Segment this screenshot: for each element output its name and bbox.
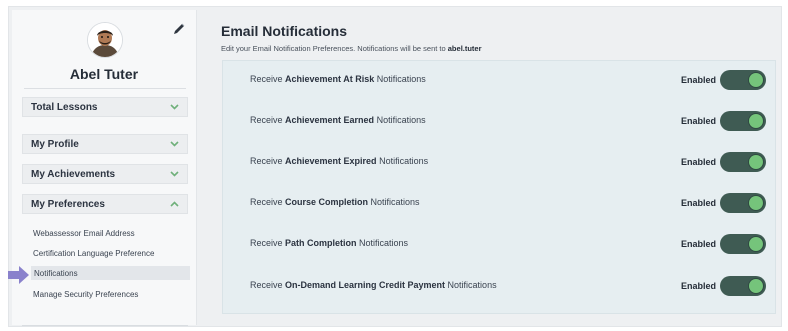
page-title: Email Notifications [221, 23, 348, 39]
sidebar: Abel Tuter Total Lessons My Profile My A… [12, 10, 197, 325]
avatar [87, 22, 123, 58]
toggle-knob [749, 114, 763, 128]
label-suffix: Notifications [374, 115, 426, 125]
label-prefix: Receive [250, 74, 286, 84]
label-emphasis: Achievement Earned [285, 115, 375, 125]
divider [24, 88, 186, 89]
status-label: Enabled [681, 157, 717, 167]
main-content: Email Notifications Edit your Email Noti… [204, 10, 776, 325]
label-suffix: Notifications [368, 197, 420, 207]
toggle-knob [749, 237, 763, 251]
avatar-image [88, 23, 122, 57]
chevron-down-icon [170, 141, 179, 147]
accordion-total-lessons[interactable]: Total Lessons [22, 97, 188, 117]
notification-toggle[interactable] [720, 234, 766, 254]
status-label: Enabled [681, 75, 717, 85]
chevron-down-icon [170, 171, 179, 177]
toggle-knob [749, 73, 763, 87]
label-prefix: Receive [250, 156, 286, 166]
chevron-down-icon [170, 104, 179, 110]
label-prefix: Receive [250, 238, 286, 248]
notification-toggle[interactable] [720, 276, 766, 296]
arrow-right-icon [8, 265, 30, 285]
notification-label: Receive On-Demand Learning Credit Paymen… [250, 280, 497, 290]
label-prefix: Receive [250, 115, 286, 125]
notification-row-achievement-at-risk: Receive Achievement At Risk Notification… [223, 70, 775, 90]
status-label: Enabled [681, 198, 717, 208]
label-emphasis: Achievement At Risk [285, 74, 375, 84]
label-emphasis: Course Completion [285, 197, 369, 207]
notification-row-course-completion: Receive Course Completion Notifications … [223, 193, 775, 213]
page-subtitle: Edit your Email Notification Preferences… [221, 44, 482, 53]
notification-settings-panel: Receive Achievement At Risk Notification… [222, 60, 776, 314]
label-emphasis: Achievement Expired [285, 156, 377, 166]
status-label: Enabled [681, 116, 717, 126]
label-prefix: Receive [250, 280, 286, 290]
subtitle-email: abel.tuter [447, 44, 482, 53]
notification-row-achievement-earned: Receive Achievement Earned Notifications… [223, 111, 775, 131]
chevron-up-icon [170, 201, 179, 207]
status-label: Enabled [681, 239, 717, 249]
notification-label: Receive Achievement At Risk Notification… [250, 74, 426, 84]
preference-link-webassessor-email[interactable]: Webassessor Email Address [33, 229, 135, 238]
label-emphasis: On-Demand Learning Credit Payment [285, 280, 446, 290]
pencil-icon[interactable] [172, 22, 186, 36]
accordion-label: My Preferences [31, 198, 105, 210]
label-prefix: Receive [250, 197, 286, 207]
notification-row-on-demand-learning-credit: Receive On-Demand Learning Credit Paymen… [223, 276, 775, 296]
notification-toggle[interactable] [720, 193, 766, 213]
toggle-knob [749, 155, 763, 169]
label-suffix: Notifications [356, 238, 409, 248]
accordion-my-profile[interactable]: My Profile [22, 134, 188, 154]
accordion-label: My Profile [31, 138, 79, 150]
notification-toggle[interactable] [720, 152, 766, 172]
preference-link-manage-security[interactable]: Manage Security Preferences [33, 290, 138, 299]
notification-label: Receive Achievement Expired Notification… [250, 156, 428, 166]
preference-link-label: Notifications [34, 268, 78, 278]
accordion-my-achievements[interactable]: My Achievements [22, 164, 188, 184]
notification-label: Receive Achievement Earned Notifications [250, 115, 426, 125]
notification-toggle[interactable] [720, 70, 766, 90]
preference-link-notifications[interactable]: Notifications [31, 266, 190, 280]
notification-row-achievement-expired: Receive Achievement Expired Notification… [223, 152, 775, 172]
status-label: Enabled [681, 281, 717, 291]
notification-row-path-completion: Receive Path Completion Notifications En… [223, 234, 775, 254]
label-suffix: Notifications [374, 74, 426, 84]
label-emphasis: Path Completion [285, 238, 357, 248]
label-suffix: Notifications [445, 280, 497, 290]
accordion-my-preferences[interactable]: My Preferences [22, 194, 188, 214]
profile-card: Abel Tuter [12, 10, 196, 94]
toggle-knob [749, 279, 763, 293]
notification-toggle[interactable] [720, 111, 766, 131]
user-name: Abel Tuter [69, 66, 139, 82]
divider [22, 325, 188, 326]
label-suffix: Notifications [376, 156, 429, 166]
notification-label: Receive Path Completion Notifications [250, 238, 408, 248]
toggle-knob [749, 196, 763, 210]
subtitle-text: Edit your Email Notification Preferences… [221, 44, 448, 53]
accordion-label: Total Lessons [31, 101, 98, 113]
accordion-label: My Achievements [31, 168, 116, 180]
preference-link-certification-language[interactable]: Certification Language Preference [33, 249, 154, 258]
notification-label: Receive Course Completion Notifications [250, 197, 420, 207]
